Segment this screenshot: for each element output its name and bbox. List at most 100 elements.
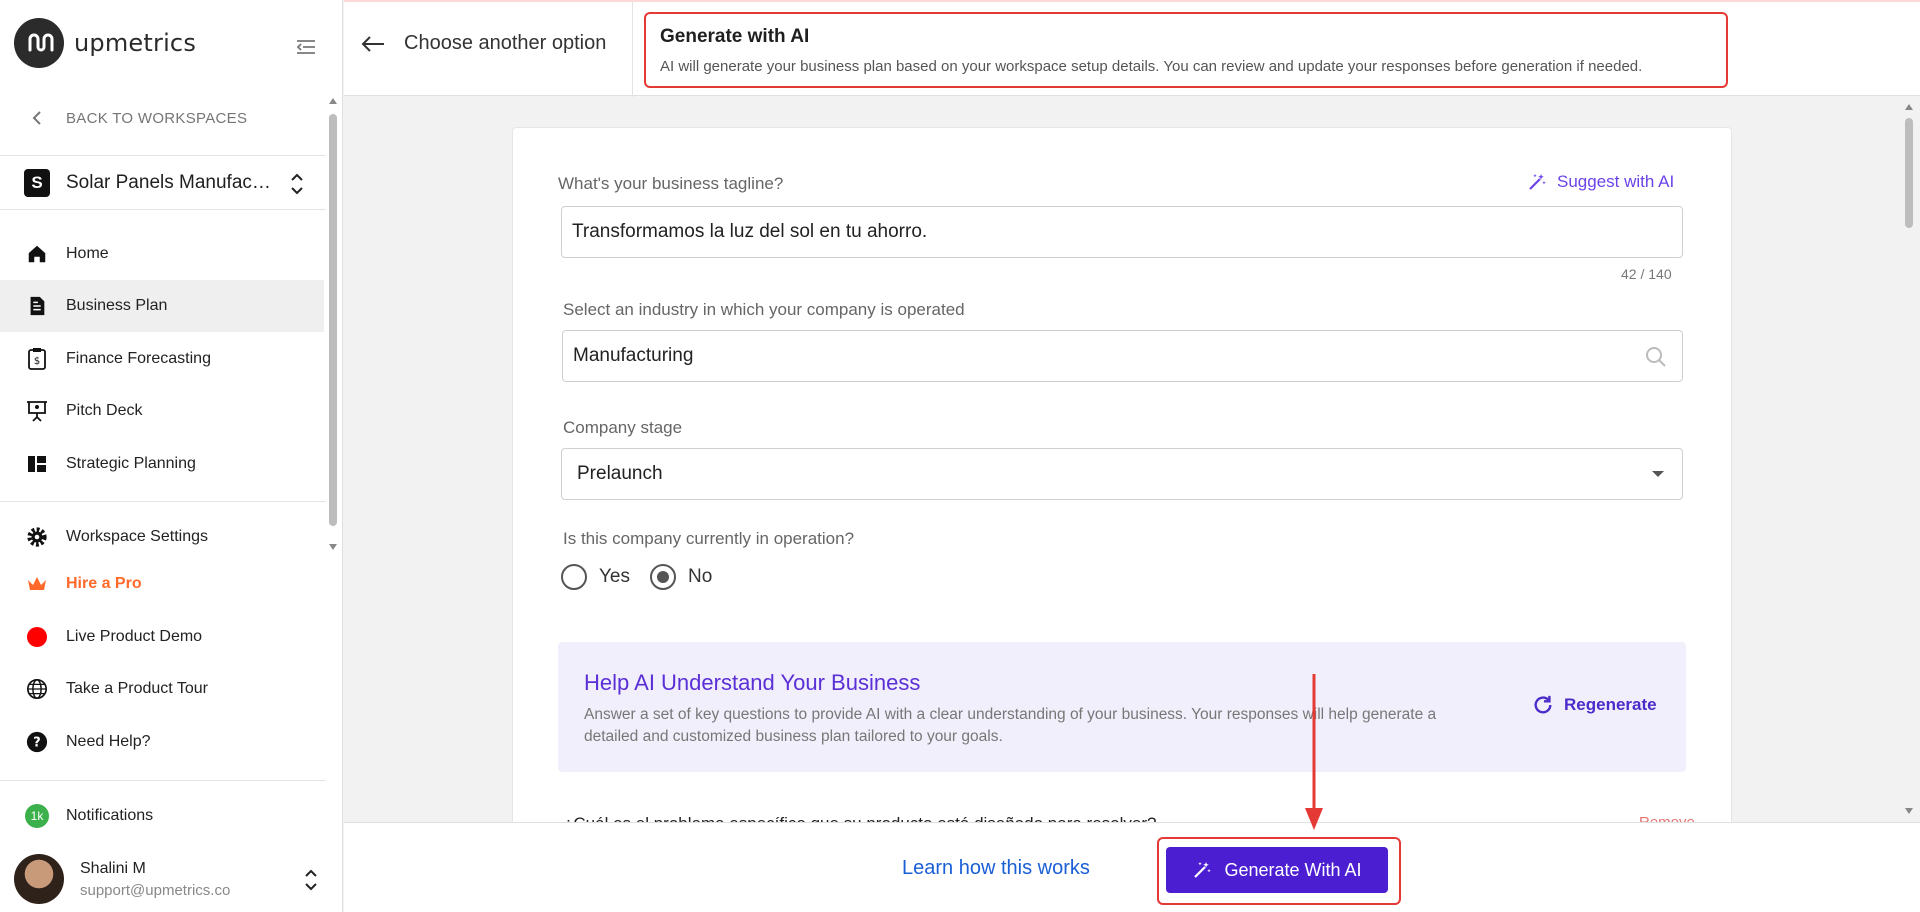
magic-wand-icon [1529, 174, 1546, 190]
remove-question-link[interactable]: Remove [1639, 814, 1695, 822]
banner-description: AI will generate your business plan base… [660, 58, 1643, 75]
banner-title: Generate with AI [660, 26, 810, 47]
divider [0, 209, 326, 210]
user-name: Shalini M [80, 859, 146, 877]
sidebar-item-home[interactable]: Home [0, 228, 324, 280]
help-description: Answer a set of key questions to provide… [584, 706, 1437, 745]
main-scroll-thumb[interactable] [1905, 118, 1913, 228]
magic-wand-icon [1194, 862, 1212, 878]
crown-icon [24, 571, 50, 597]
tagline-label: What's your business tagline? [558, 174, 784, 193]
chevron-left-icon [32, 111, 41, 125]
radio-yes[interactable] [561, 564, 587, 590]
footer-bar: Learn how this works Generate With AI [344, 822, 1920, 912]
workspace-badge: S [24, 169, 50, 197]
character-counter: 42 / 140 [1621, 266, 1672, 282]
workspace-switcher[interactable]: S Solar Panels Manufacturing [24, 166, 306, 200]
sidebar-item-label: Hire a Pro [66, 575, 142, 592]
brand[interactable]: upmetrics [14, 18, 196, 68]
operation-radio-group: Yes No [561, 564, 732, 590]
radio-yes-label: Yes [599, 566, 630, 587]
suggest-with-ai-button[interactable]: Suggest with AI [1527, 172, 1674, 192]
main-content: What's your business tagline? Suggest wi… [344, 97, 1904, 822]
user-email: support@upmetrics.co [80, 881, 231, 899]
company-stage-select[interactable]: Prelaunch [561, 448, 1683, 500]
radio-no[interactable] [650, 564, 676, 590]
sidebar-item-label: Home [66, 245, 109, 262]
industry-label: Select an industry in which your company… [563, 300, 965, 319]
radio-no-label: No [688, 566, 713, 587]
choose-another-option-button[interactable]: Choose another option [360, 32, 606, 55]
arrow-left-icon [361, 35, 384, 52]
sidebar-item-pitch-deck[interactable]: Pitch Deck [0, 385, 324, 437]
sidebar-item-label: Finance Forecasting [66, 350, 211, 367]
user-profile[interactable]: Shalini M support@upmetrics.co [14, 852, 326, 906]
sidebar-item-label: Live Product Demo [66, 628, 203, 645]
sidebar-item-label: Take a Product Tour [66, 680, 209, 697]
top-bar: Choose another option Generate with AI A… [344, 0, 1920, 98]
operation-label: Is this company currently in operation? [563, 529, 855, 548]
company-stage-label: Company stage [563, 418, 683, 437]
collapse-sidebar-icon[interactable] [293, 34, 319, 60]
question-text: ¿Cuál es el problema específico que su p… [563, 814, 1156, 822]
sidebar-item-business-plan[interactable]: Business Plan [0, 280, 324, 332]
svg-text:$: $ [34, 356, 40, 367]
caret-down-icon [1652, 471, 1664, 477]
back-to-workspaces-label: BACK TO WORKSPACES [66, 109, 248, 127]
generate-with-ai-label: Generate With AI [1224, 859, 1362, 880]
divider [0, 155, 326, 156]
sidebar-item-live-product-demo[interactable]: Live Product Demo [0, 611, 324, 663]
sidebar-scrollbar[interactable] [328, 96, 338, 552]
sidebar-item-label: Need Help? [66, 733, 151, 750]
back-to-workspaces-link[interactable]: BACK TO WORKSPACES [28, 108, 247, 128]
help-ai-panel: Help AI Understand Your Business Answer … [558, 642, 1686, 772]
help-title: Help AI Understand Your Business [584, 670, 921, 695]
regenerate-button[interactable]: Regenerate [1532, 694, 1657, 716]
document-icon [24, 293, 50, 319]
sidebar-item-workspace-settings[interactable]: Workspace Settings [0, 511, 324, 563]
divider [0, 501, 326, 502]
form-card: What's your business tagline? Suggest wi… [512, 127, 1732, 822]
presentation-icon [24, 398, 50, 424]
avatar [14, 854, 64, 904]
sidebar-item-hire-a-pro[interactable]: Hire a Pro [0, 558, 324, 610]
industry-value: Manufacturing [573, 345, 694, 366]
svg-text:?: ? [33, 736, 40, 751]
chevron-updown-icon [291, 173, 303, 195]
tagline-input[interactable]: Transformamos la luz del sol en tu ahorr… [561, 206, 1683, 258]
sidebar-scroll-thumb[interactable] [329, 114, 337, 526]
workspace-name: Solar Panels Manufacturing [66, 172, 276, 193]
sidebar-item-strategic-planning[interactable]: Strategic Planning [0, 438, 324, 490]
radio-option-yes[interactable]: Yes [561, 564, 630, 590]
search-icon [1646, 347, 1666, 367]
sidebar-item-label: Pitch Deck [66, 402, 143, 419]
regenerate-label: Regenerate [1564, 695, 1657, 714]
refresh-icon [1534, 695, 1552, 714]
sidebar-item-label: Notifications [66, 807, 154, 824]
radio-option-no[interactable]: No [650, 564, 712, 590]
sidebar-item-need-help[interactable]: ? Need Help? [0, 716, 324, 768]
dashboard-icon [24, 451, 50, 477]
sidebar-item-label: Business Plan [66, 297, 168, 314]
brand-name: upmetrics [74, 29, 197, 57]
sidebar-item-label: Strategic Planning [66, 455, 196, 472]
sidebar-item-notifications[interactable]: 1k Notifications [0, 790, 324, 842]
help-icon: ? [24, 729, 50, 755]
sidebar-item-label: Workspace Settings [66, 528, 208, 545]
generate-with-ai-button[interactable]: Generate With AI [1166, 847, 1388, 893]
divider [0, 780, 326, 781]
upmetrics-logo-icon [14, 18, 64, 68]
home-icon [24, 241, 50, 267]
chevron-updown-icon[interactable] [302, 866, 320, 894]
sidebar-item-finance-forecasting[interactable]: $ Finance Forecasting [0, 333, 324, 385]
company-stage-value: Prelaunch [577, 463, 663, 484]
choose-another-option-label: Choose another option [404, 32, 607, 54]
learn-how-this-works-link[interactable]: Learn how this works [902, 857, 1090, 880]
industry-search-input[interactable]: Manufacturing [562, 330, 1683, 382]
generate-with-ai-banner: Generate with AI AI will generate your b… [644, 12, 1728, 88]
notification-badge: 1k [24, 803, 50, 829]
sidebar-item-product-tour[interactable]: Take a Product Tour [0, 663, 324, 715]
divider [632, 2, 633, 98]
globe-icon [24, 676, 50, 702]
main-scrollbar[interactable] [1902, 100, 1916, 820]
